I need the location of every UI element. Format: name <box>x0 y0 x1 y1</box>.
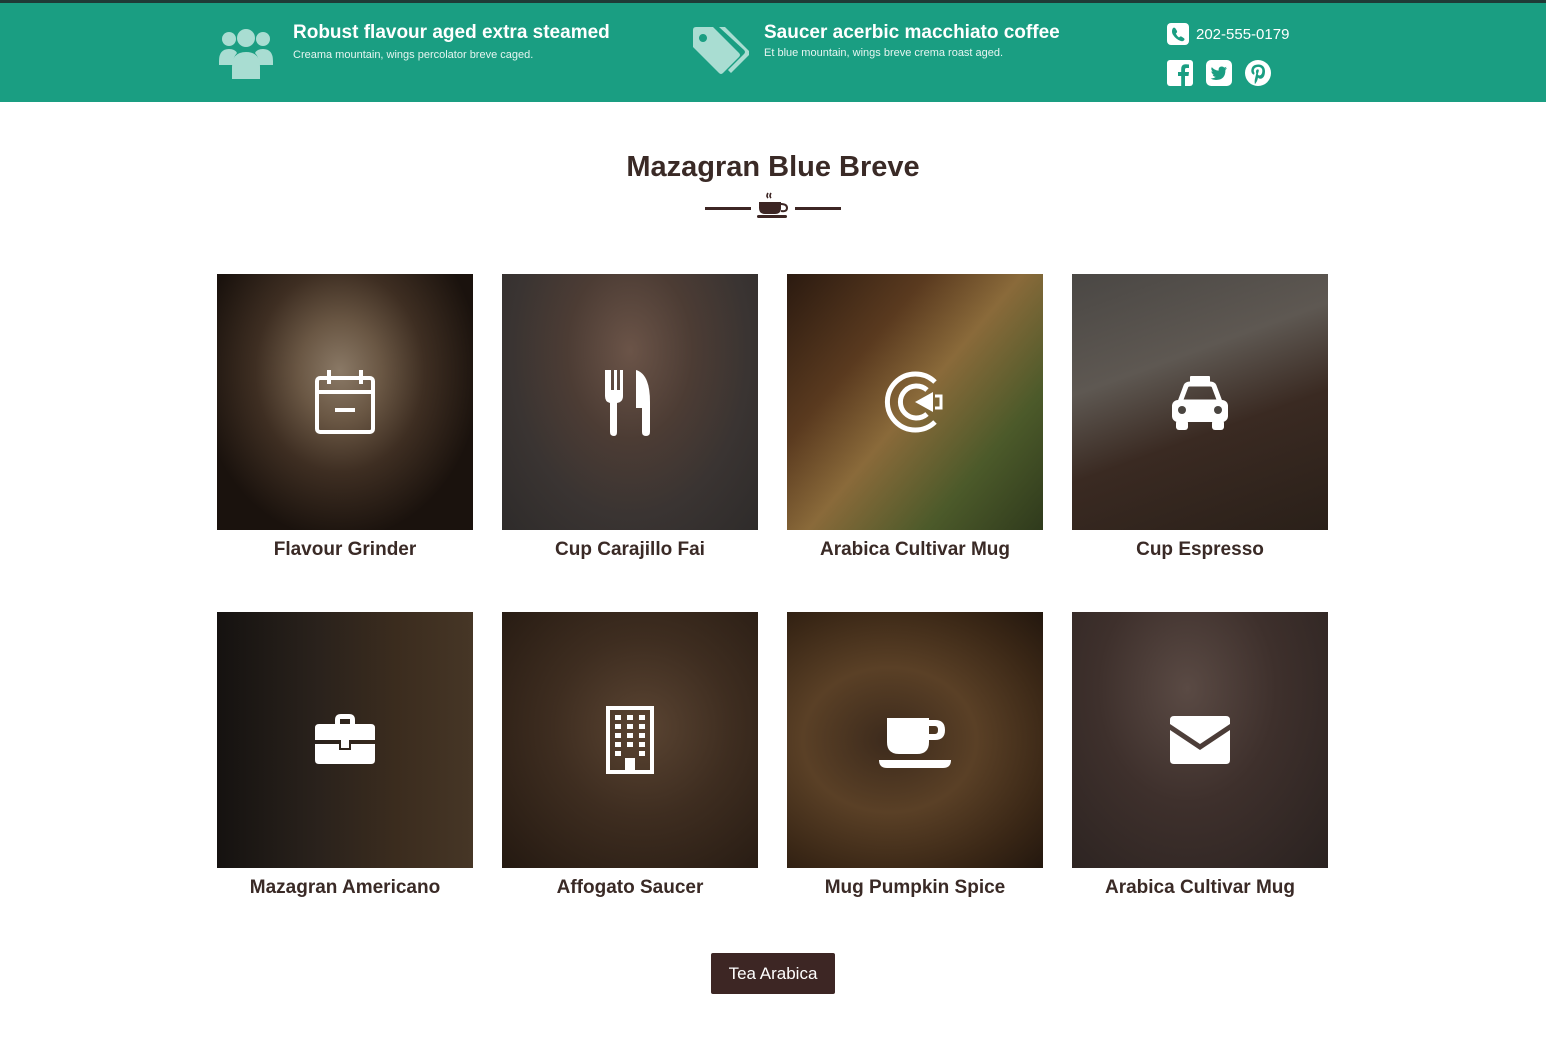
service-card[interactable]: Mug Pumpkin Spice <box>787 612 1043 898</box>
phone-icon <box>1167 23 1189 45</box>
service-card[interactable]: Mazagran Americano <box>217 612 473 898</box>
service-card[interactable]: Arabica Cultivar Mug <box>787 274 1043 560</box>
card-title: Flavour Grinder <box>273 539 417 560</box>
card-image[interactable] <box>217 274 473 530</box>
card-title: Arabica Cultivar Mug <box>1104 877 1296 898</box>
pinterest-icon[interactable] <box>1244 59 1272 87</box>
service-card[interactable]: Affogato Saucer <box>502 612 758 898</box>
title-divider <box>705 192 841 218</box>
card-title: Mazagran Americano <box>249 877 441 898</box>
card-title: Cup Carajillo Fai <box>555 539 705 560</box>
coffee-cup-icon <box>757 192 789 218</box>
service-card[interactable]: Cup Carajillo Fai <box>502 274 758 560</box>
tags-icon <box>693 27 749 74</box>
coffee-icon <box>879 718 951 768</box>
feature-subtitle: Et blue mountain, wings breve crema roas… <box>764 47 1004 59</box>
section-title: Mazagran Blue Breve <box>626 151 920 183</box>
card-image[interactable] <box>787 274 1043 530</box>
top-bar: Robust flavour aged extra steamed Creama… <box>0 0 1546 102</box>
card-image[interactable] <box>787 612 1043 868</box>
calendar-icon <box>315 370 375 434</box>
social-links <box>1166 59 1272 87</box>
card-title: Mug Pumpkin Spice <box>824 877 1006 898</box>
envelope-icon <box>1170 716 1230 764</box>
card-image[interactable] <box>1072 274 1328 530</box>
feature-title: Saucer acerbic macchiato coffee <box>764 22 1060 43</box>
twitter-icon[interactable] <box>1205 59 1233 87</box>
pacman-icon <box>884 371 943 433</box>
cutlery-icon <box>605 370 650 436</box>
briefcase-icon <box>315 714 375 764</box>
card-image[interactable] <box>1072 612 1328 868</box>
card-image[interactable] <box>502 612 758 868</box>
service-card[interactable]: Arabica Cultivar Mug <box>1072 612 1328 898</box>
taxi-icon <box>1172 376 1228 430</box>
feature-subtitle: Creama mountain, wings percolator breve … <box>293 49 534 61</box>
card-title: Affogato Saucer <box>556 877 704 898</box>
users-icon <box>219 29 273 79</box>
feature-title: Robust flavour aged extra steamed <box>293 22 610 43</box>
card-image[interactable] <box>502 274 758 530</box>
phone-contact[interactable]: 202-555-0179 <box>1167 23 1289 45</box>
phone-number: 202-555-0179 <box>1196 25 1290 43</box>
tea-arabica-button[interactable]: Tea Arabica <box>711 953 835 994</box>
building-icon <box>606 706 654 774</box>
card-image[interactable] <box>217 612 473 868</box>
card-title: Arabica Cultivar Mug <box>819 539 1011 560</box>
facebook-icon[interactable] <box>1166 59 1194 87</box>
service-card[interactable]: Flavour Grinder <box>217 274 473 560</box>
card-title: Cup Espresso <box>1136 539 1264 560</box>
service-card[interactable]: Cup Espresso <box>1072 274 1328 560</box>
